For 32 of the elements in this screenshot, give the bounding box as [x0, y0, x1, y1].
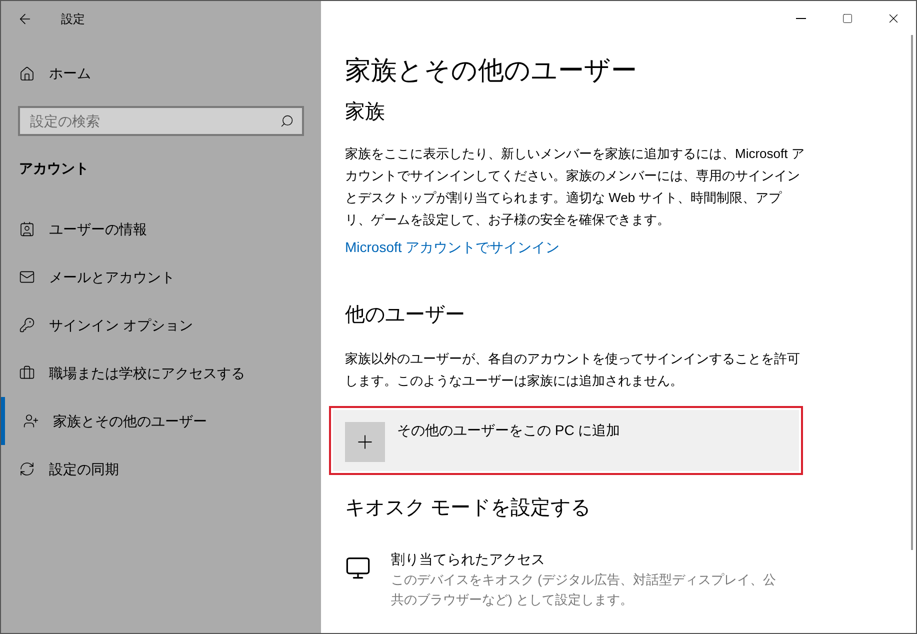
item-icon: [19, 461, 35, 477]
item-icon: [19, 221, 35, 237]
search-icon[interactable]: [280, 114, 294, 128]
item-icon: [19, 317, 35, 333]
section-heading: 家族: [345, 100, 385, 125]
section-heading: 他のユーザー: [345, 303, 465, 328]
assigned-access-item[interactable]: 割り当てられたアクセス このデバイスをキオスク (デジタル広告、対話型ディスプレイ、公共のブラウザーなど) として設定します。: [345, 549, 785, 610]
item-icon: [19, 269, 35, 285]
scrollbar[interactable]: [911, 35, 913, 550]
back-icon[interactable]: [17, 11, 33, 27]
sidebar-item[interactable]: ユーザーの情報: [1, 205, 321, 253]
item-title: 割り当てられたアクセス: [391, 550, 546, 569]
add-user-button[interactable]: その他のユーザーをこの PC に追加: [333, 410, 799, 471]
sidebar-item[interactable]: メールとアカウント: [1, 253, 321, 301]
maximize-icon: [842, 12, 852, 24]
section-heading: アカウント: [19, 159, 89, 178]
sidebar-item[interactable]: 職場または学校にアクセスする: [1, 349, 321, 397]
search-field[interactable]: 設定の検索: [18, 106, 304, 136]
item-icon: [23, 413, 39, 429]
page-title: 家族とその他のユーザー: [345, 54, 637, 87]
sidebar-item[interactable]: サインイン オプション: [1, 301, 321, 349]
home-link[interactable]: ホーム: [19, 63, 91, 84]
family-description: 家族をここに表示したり、新しいメンバーを家族に追加するには、Microsoft アカウントでサインインしてください。家族のメンバーには、専用のサインインとデスクトップが割り当てられます。適切な Web サイト、時間制限、アプリ、ゲームを設定して、お子様の安全を確保できます。: [345, 145, 805, 229]
item-description: このデバイスをキオスク (デジタル広告、対話型ディスプレイ、公共のブラウザーなど) として設定します。: [391, 571, 777, 609]
sign-in-link[interactable]: Microsoft アカウントでサインイン: [345, 237, 560, 258]
window-title: 設定: [61, 11, 85, 28]
item-icon: [19, 365, 35, 381]
section-heading: キオスク モードを設定する: [345, 496, 591, 521]
home-icon: [19, 66, 35, 82]
sidebar-item[interactable]: 設定の同期: [1, 445, 321, 493]
kiosk-icon: [345, 555, 371, 581]
others-description: 家族以外のユーザーが、各自のアカウントを使ってサインインすることを許可します。このようなユーザーは家族には追加されません。: [345, 350, 801, 390]
